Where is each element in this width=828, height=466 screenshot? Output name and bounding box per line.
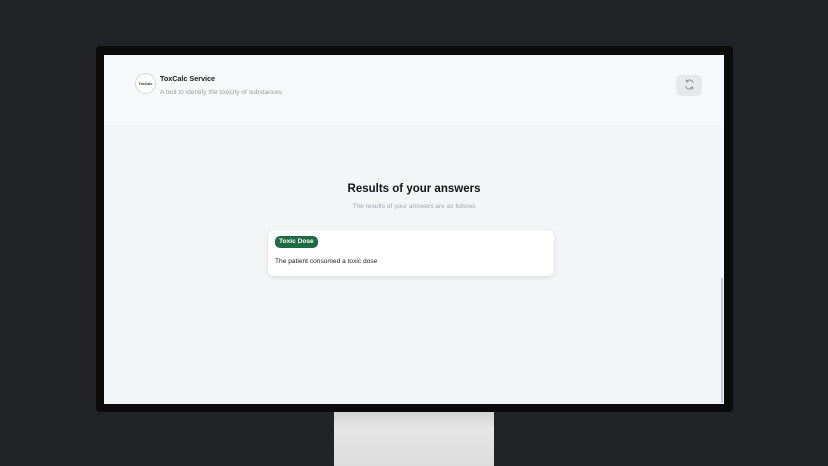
result-text: The patient consumed a toxic dose bbox=[275, 258, 378, 265]
scrollbar[interactable] bbox=[721, 278, 723, 403]
results-subtitle: The results of your answers are as follo… bbox=[352, 203, 476, 210]
results-title: Results of your answers bbox=[347, 183, 481, 195]
app-logo: ToxCalc bbox=[135, 73, 156, 94]
refresh-icon bbox=[684, 77, 695, 95]
app-header: ToxCalc ToxCalc Service A tool to identi… bbox=[104, 55, 724, 125]
monitor-stand bbox=[334, 404, 494, 466]
result-badge: Toxic Dose bbox=[275, 236, 318, 248]
app-subtitle: A tool to identify the toxicity of subst… bbox=[160, 89, 283, 96]
result-card: Toxic Dose The patient consumed a toxic … bbox=[268, 230, 554, 276]
app-screen: ToxCalc ToxCalc Service A tool to identi… bbox=[104, 55, 724, 404]
refresh-button[interactable] bbox=[676, 75, 702, 96]
logo-text: ToxCalc bbox=[138, 81, 153, 86]
app-title: ToxCalc Service bbox=[160, 74, 216, 83]
